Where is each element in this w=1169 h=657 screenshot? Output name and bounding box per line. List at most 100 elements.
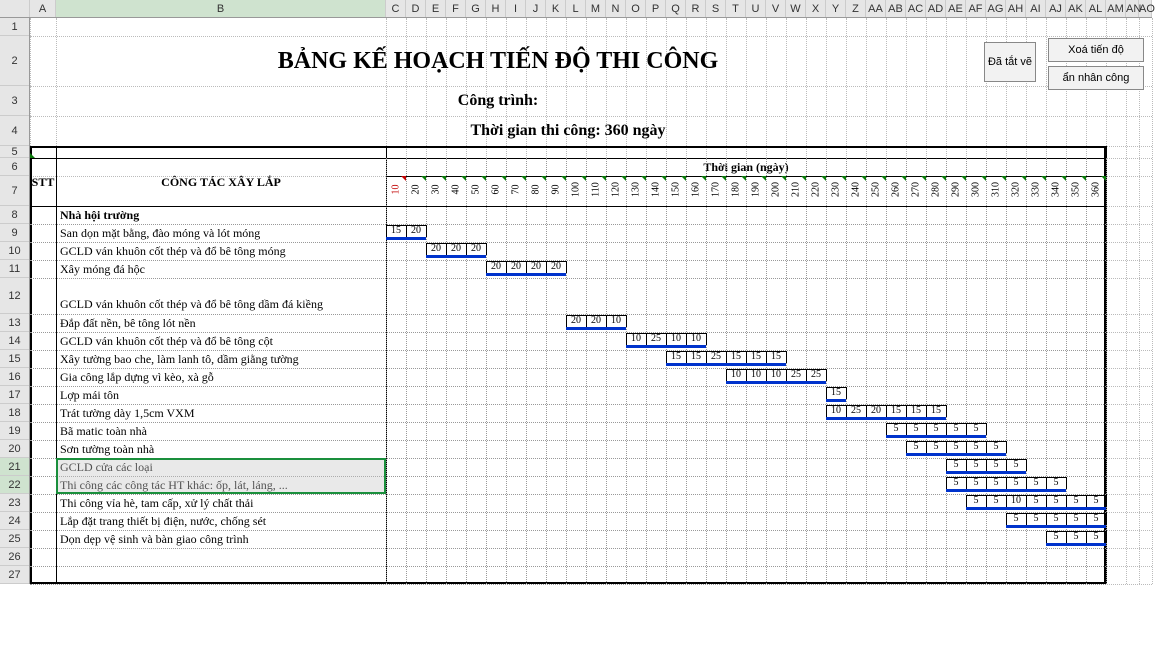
col-header-T[interactable]: T [726, 0, 746, 17]
col-header-L[interactable]: L [566, 0, 586, 17]
gantt-val: 10 [666, 333, 686, 345]
row-header-17[interactable]: 17 [0, 386, 29, 404]
col-header-P[interactable]: P [646, 0, 666, 17]
row-header-27[interactable]: 27 [0, 566, 29, 584]
spreadsheet-grid[interactable]: BẢNG KẾ HOẠCH TIẾN ĐỘ THI CÔNGCông trình… [30, 18, 1152, 584]
col-header-[interactable] [0, 0, 30, 17]
col-header-J[interactable]: J [526, 0, 546, 17]
col-header-AO[interactable]: AO [1139, 0, 1152, 17]
col-header-D[interactable]: D [406, 0, 426, 17]
col-header-I[interactable]: I [506, 0, 526, 17]
col-header-AE[interactable]: AE [946, 0, 966, 17]
col-header-AM[interactable]: AM [1106, 0, 1126, 17]
toggle-draw-button[interactable]: Đã tắt vẽ [984, 42, 1036, 82]
task-23: Thi công vỉa hè, tam cấp, xử lý chất thả… [56, 494, 384, 512]
gantt-val: 20 [506, 261, 526, 273]
col-header-AC[interactable]: AC [906, 0, 926, 17]
gantt-val: 15 [386, 225, 406, 237]
col-header-U[interactable]: U [746, 0, 766, 17]
col-header-R[interactable]: R [686, 0, 706, 17]
row-header-15[interactable]: 15 [0, 350, 29, 368]
day-label-340: 340 [1051, 180, 1062, 200]
row-header-24[interactable]: 24 [0, 512, 29, 530]
day-label-110: 110 [591, 180, 602, 200]
gantt-val: 15 [746, 351, 766, 363]
day-label-290: 290 [951, 180, 962, 200]
col-header-Y[interactable]: Y [826, 0, 846, 17]
gantt-val: 5 [906, 441, 926, 453]
col-header-AK[interactable]: AK [1066, 0, 1086, 17]
row-header-26[interactable]: 26 [0, 548, 29, 566]
col-header-W[interactable]: W [786, 0, 806, 17]
row-header-7[interactable]: 7 [0, 176, 29, 206]
row-header-4[interactable]: 4 [0, 116, 29, 146]
gantt-val: 20 [426, 243, 446, 255]
row-header-2[interactable]: 2 [0, 36, 29, 86]
row-header-20[interactable]: 20 [0, 440, 29, 458]
col-header-O[interactable]: O [626, 0, 646, 17]
col-header-B[interactable]: B [56, 0, 386, 17]
col-header-S[interactable]: S [706, 0, 726, 17]
row-header-5[interactable]: 5 [0, 146, 29, 158]
gantt-bar [906, 453, 1006, 456]
col-header-V[interactable]: V [766, 0, 786, 17]
clear-progress-button[interactable]: Xoá tiến độ [1048, 38, 1144, 62]
day-label-260: 260 [891, 180, 902, 200]
row-header-3[interactable]: 3 [0, 86, 29, 116]
col-header-AN[interactable]: AN [1126, 0, 1139, 17]
day-label-240: 240 [851, 180, 862, 200]
row-header-25[interactable]: 25 [0, 530, 29, 548]
day-label-280: 280 [931, 180, 942, 200]
col-header-M[interactable]: M [586, 0, 606, 17]
hide-labor-button[interactable]: ẩn nhân công [1048, 66, 1144, 90]
gantt-val: 5 [1066, 531, 1086, 543]
row-header-21[interactable]: 21 [0, 458, 29, 476]
row-header-8[interactable]: 8 [0, 206, 29, 224]
col-header-AL[interactable]: AL [1086, 0, 1106, 17]
col-header-AG[interactable]: AG [986, 0, 1006, 17]
col-header-G[interactable]: G [466, 0, 486, 17]
row-header-13[interactable]: 13 [0, 314, 29, 332]
row-header-16[interactable]: 16 [0, 368, 29, 386]
column-headers[interactable]: ABCDEFGHIJKLMNOPQRSTUVWXYZAAABACADAEAFAG… [0, 0, 1152, 18]
row-header-23[interactable]: 23 [0, 494, 29, 512]
task-10: GCLD ván khuôn cốt thép và đổ bê tông mó… [56, 242, 384, 260]
col-header-AB[interactable]: AB [886, 0, 906, 17]
row-header-11[interactable]: 11 [0, 260, 29, 278]
day-label-60: 60 [491, 180, 502, 200]
row-header-1[interactable]: 1 [0, 18, 29, 36]
gantt-val: 5 [1026, 513, 1046, 525]
col-header-AF[interactable]: AF [966, 0, 986, 17]
col-header-F[interactable]: F [446, 0, 466, 17]
col-header-C[interactable]: C [386, 0, 406, 17]
col-header-H[interactable]: H [486, 0, 506, 17]
row-header-9[interactable]: 9 [0, 224, 29, 242]
gantt-val: 5 [1026, 495, 1046, 507]
col-header-A[interactable]: A [30, 0, 56, 17]
row-header-10[interactable]: 10 [0, 242, 29, 260]
col-header-AH[interactable]: AH [1006, 0, 1026, 17]
col-header-AI[interactable]: AI [1026, 0, 1046, 17]
row-header-12[interactable]: 12 [0, 278, 29, 314]
row-header-14[interactable]: 14 [0, 332, 29, 350]
row-header-22[interactable]: 22 [0, 476, 29, 494]
col-header-X[interactable]: X [806, 0, 826, 17]
row-header-18[interactable]: 18 [0, 404, 29, 422]
row-headers[interactable]: 1234567891011121314151617181920212223242… [0, 18, 30, 584]
col-header-AA[interactable]: AA [866, 0, 886, 17]
gantt-val: 10 [826, 405, 846, 417]
col-header-AD[interactable]: AD [926, 0, 946, 17]
row-header-6[interactable]: 6 [0, 158, 29, 176]
col-header-Z[interactable]: Z [846, 0, 866, 17]
col-header-K[interactable]: K [546, 0, 566, 17]
col-header-Q[interactable]: Q [666, 0, 686, 17]
col-header-AJ[interactable]: AJ [1046, 0, 1066, 17]
day-label-360: 360 [1091, 180, 1102, 200]
task-9: San dọn mặt bằng, đào móng và lót móng [56, 224, 384, 242]
col-header-N[interactable]: N [606, 0, 626, 17]
day-label-90: 90 [551, 180, 562, 200]
col-header-E[interactable]: E [426, 0, 446, 17]
header-stt: STT [30, 158, 56, 206]
row-header-19[interactable]: 19 [0, 422, 29, 440]
gantt-val: 5 [1066, 513, 1086, 525]
